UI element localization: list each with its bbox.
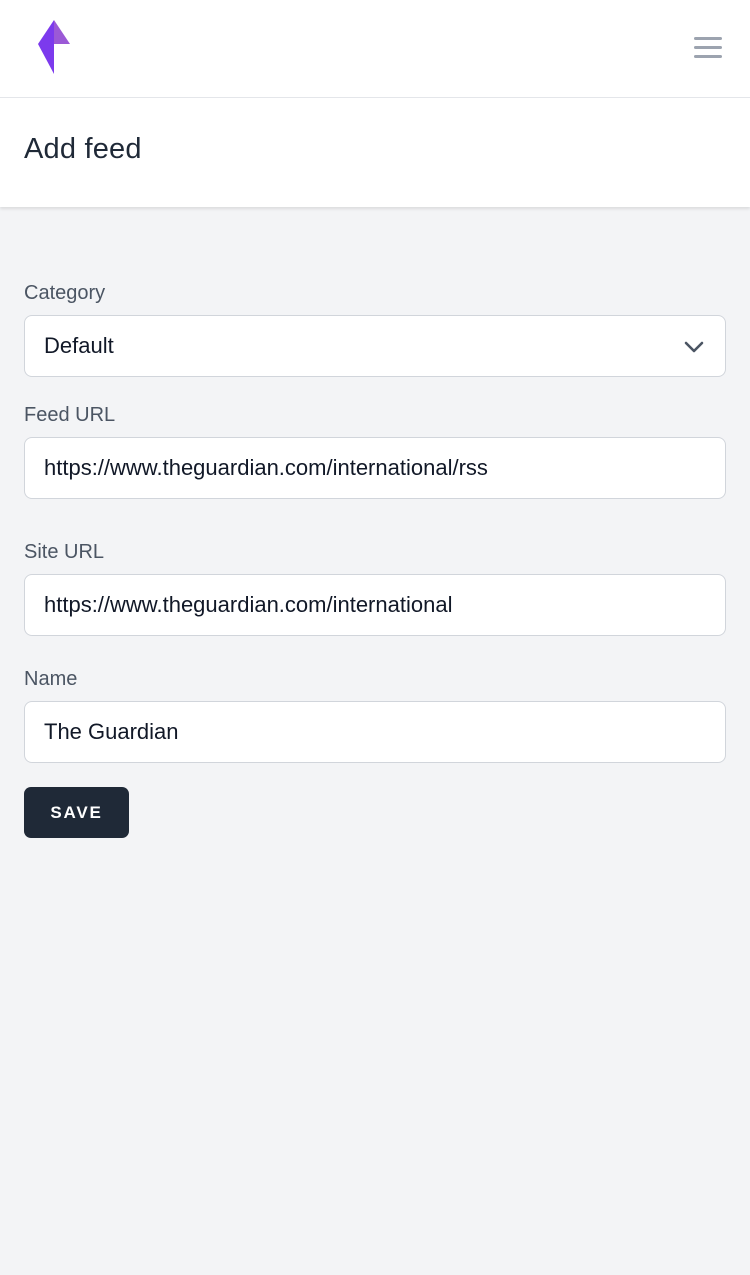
- name-label: Name: [24, 668, 78, 690]
- category-field-group: Category Default: [24, 280, 726, 377]
- site-url-label: Site URL: [24, 541, 105, 563]
- feed-url-input[interactable]: https://www.theguardian.com/internationa…: [24, 437, 726, 499]
- category-label: Category: [24, 282, 106, 304]
- chevron-down-icon: [684, 341, 704, 353]
- feed-url-value: https://www.theguardian.com/internationa…: [44, 455, 488, 480]
- brand-logo-icon[interactable]: [36, 20, 72, 76]
- top-navbar: [0, 0, 750, 98]
- page-title: Add feed: [24, 133, 142, 165]
- hamburger-menu-icon[interactable]: [690, 30, 726, 66]
- name-field-group: Name The Guardian: [24, 666, 726, 763]
- name-input[interactable]: The Guardian: [24, 701, 726, 763]
- add-feed-form: Category Default Feed URL https://www.th…: [24, 280, 726, 838]
- name-value: The Guardian: [44, 719, 179, 744]
- feed-url-field-group: Feed URL https://www.theguardian.com/int…: [24, 402, 726, 499]
- page-header: Add feed: [0, 98, 750, 207]
- category-select[interactable]: Default: [24, 315, 726, 377]
- site-url-input[interactable]: https://www.theguardian.com/internationa…: [24, 574, 726, 636]
- category-selected-value: Default: [44, 333, 114, 358]
- save-button[interactable]: SAVE: [24, 787, 129, 838]
- feed-url-label: Feed URL: [24, 404, 116, 426]
- site-url-value: https://www.theguardian.com/internationa…: [44, 592, 453, 617]
- site-url-field-group: Site URL https://www.theguardian.com/int…: [24, 539, 726, 636]
